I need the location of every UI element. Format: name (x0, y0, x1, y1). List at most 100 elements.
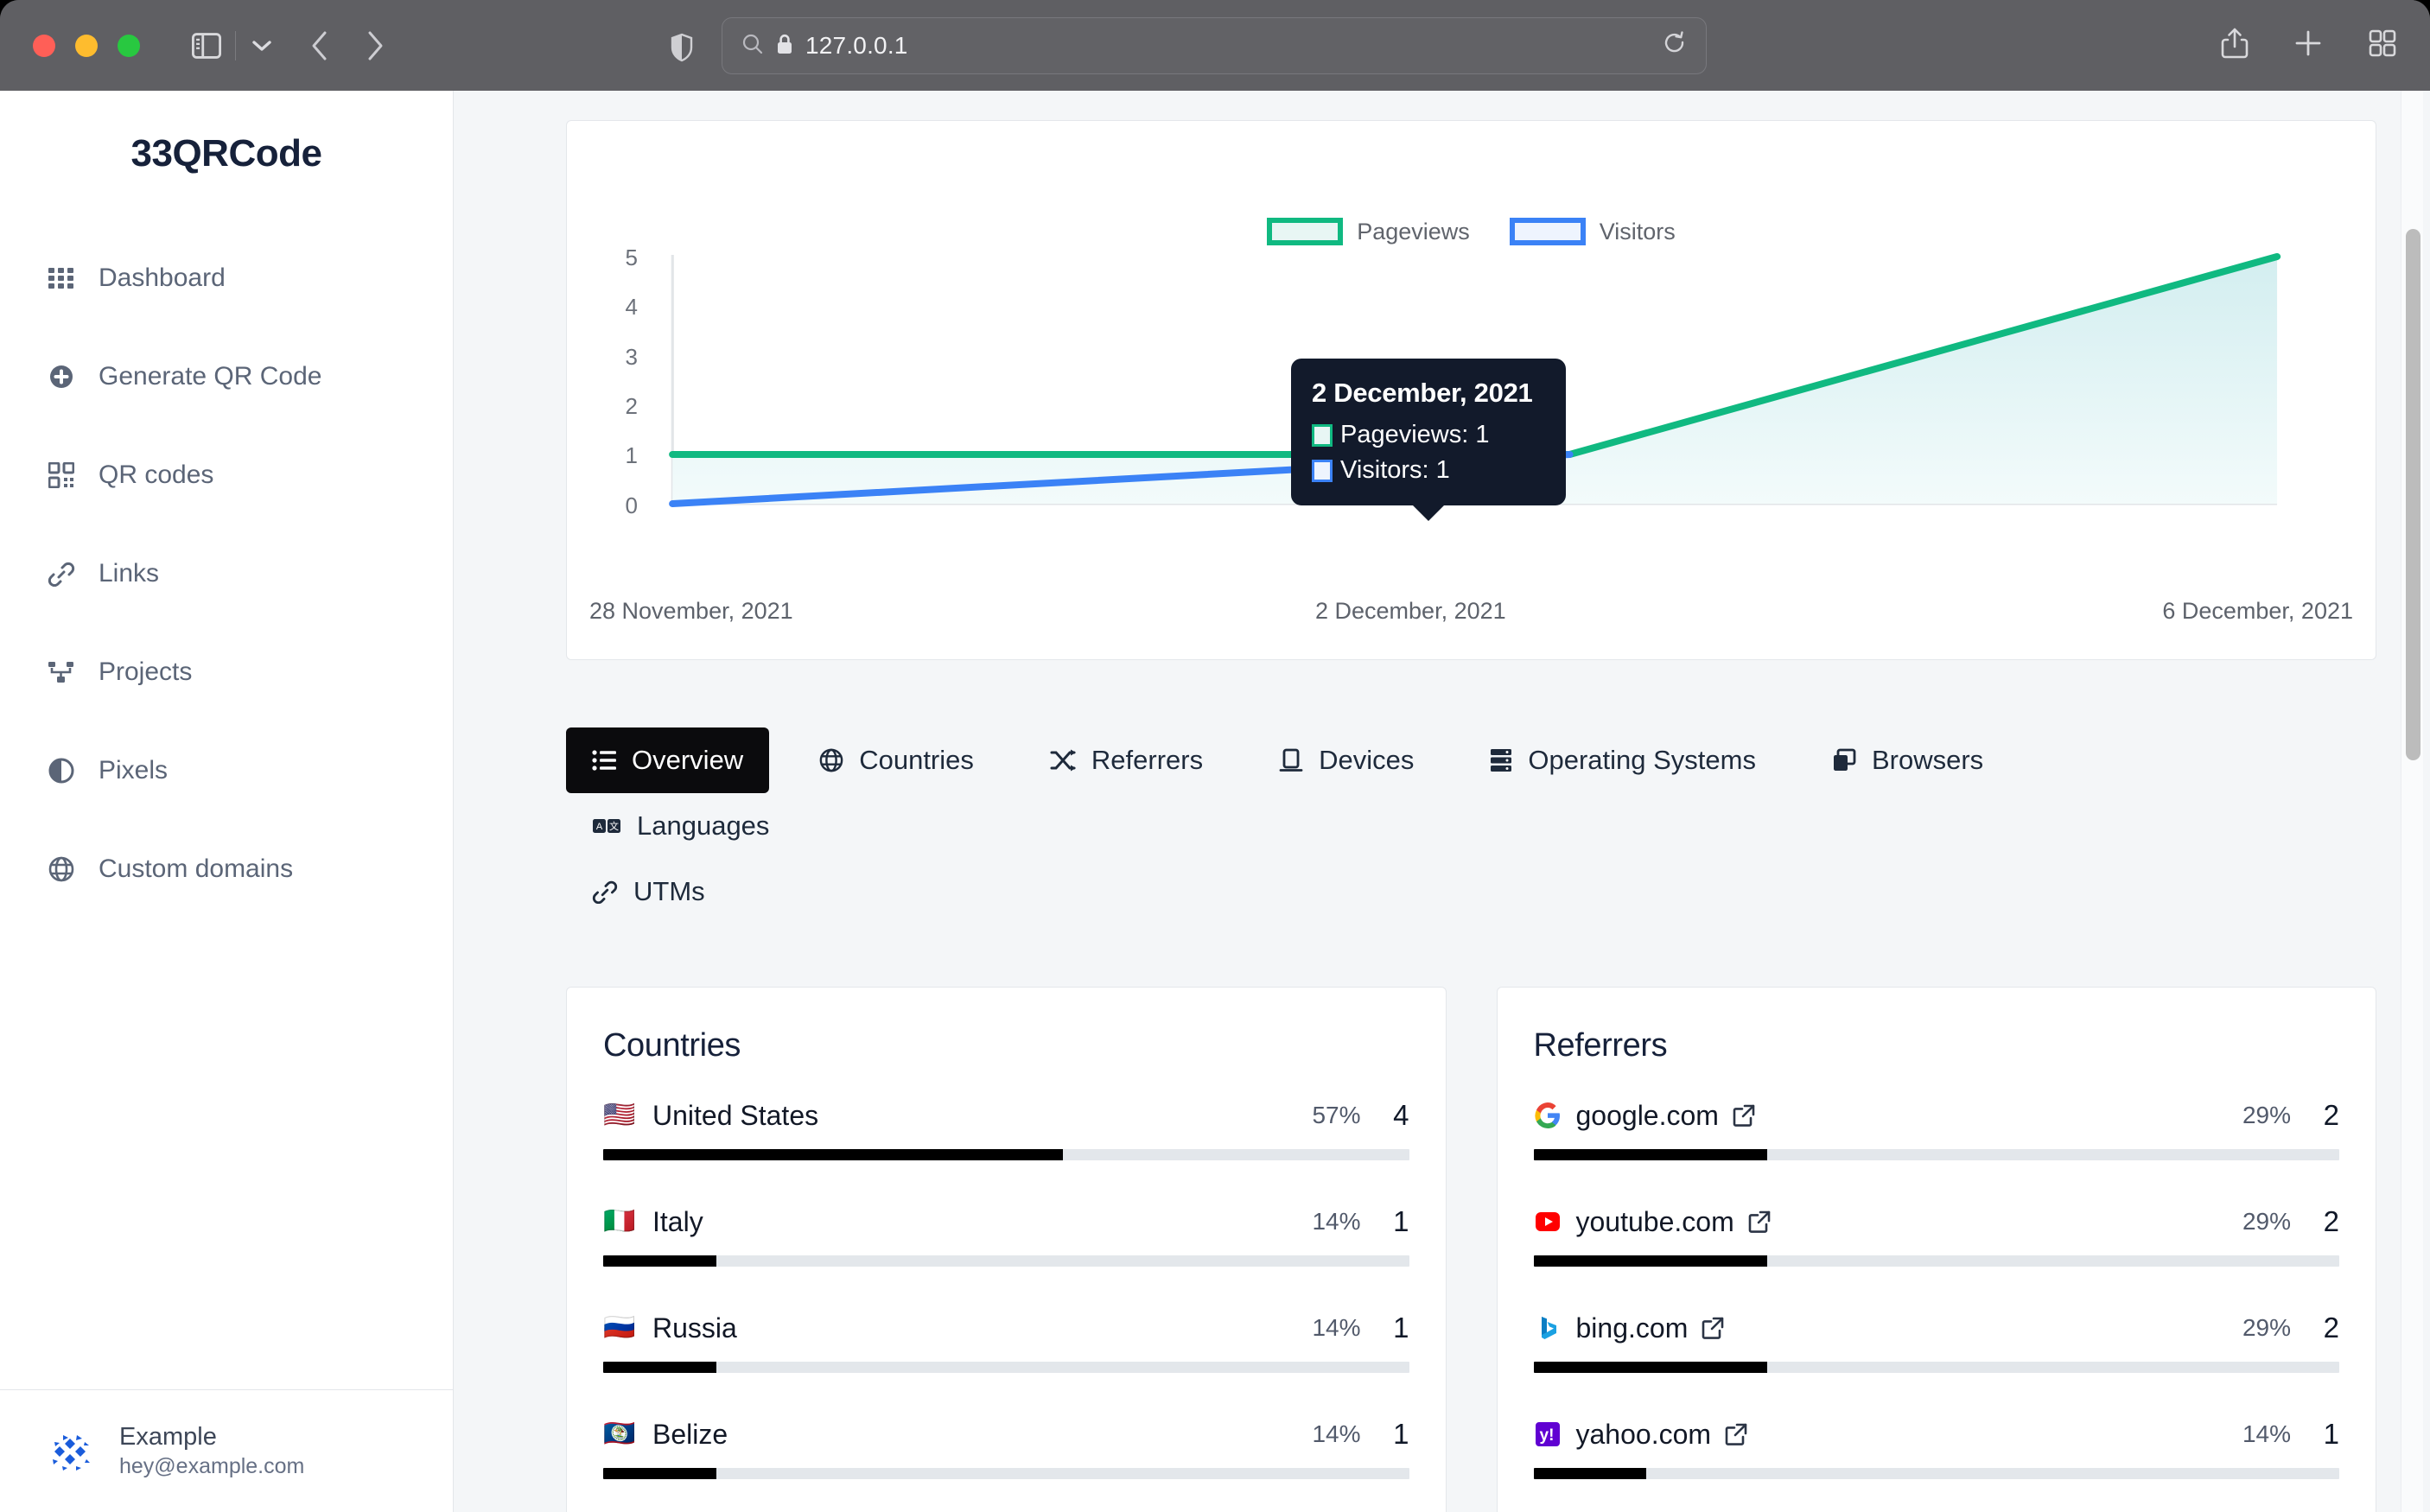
list-item[interactable]: 🇧🇿 Belize 14% 1 (603, 1418, 1409, 1479)
tooltip-swatch-pageviews (1312, 424, 1333, 447)
flag-icon: 🇧🇿 (603, 1421, 638, 1447)
sidebar-item-label: Dashboard (99, 264, 226, 293)
user-profile[interactable]: Example hey@example.com (0, 1389, 453, 1512)
sidebar-item-links[interactable]: Links (0, 524, 453, 623)
main-content: Pageviews Visitors 5 4 3 2 1 (454, 91, 2430, 1512)
referrers-card: Referrers google.com (1497, 987, 2377, 1512)
tab-referrers[interactable]: Referrers (1024, 727, 1229, 793)
sidebar-item-pixels[interactable]: Pixels (0, 721, 453, 820)
tab-countries[interactable]: Countries (793, 727, 1000, 793)
referrer-name: yahoo.com (1576, 1419, 1712, 1451)
plus-icon[interactable] (2293, 29, 2323, 62)
progress-fill (1534, 1149, 1767, 1160)
window-controls (33, 35, 140, 57)
country-percent: 14% (1312, 1314, 1360, 1342)
external-link-icon[interactable] (1733, 1104, 1755, 1127)
referrer-count: 2 (2317, 1205, 2339, 1238)
external-link-icon[interactable] (1725, 1423, 1747, 1445)
tab-utms[interactable]: UTMs (566, 859, 731, 924)
list-item[interactable]: 🇷🇺 Russia 14% 1 (603, 1312, 1409, 1373)
referrer-percent: 29% (2242, 1314, 2291, 1342)
referrers-list: google.com 29% 2 (1534, 1099, 2340, 1479)
tab-browsers[interactable]: Browsers (1806, 727, 2009, 793)
sidebar-toggle-icon[interactable] (192, 33, 221, 59)
tab-label: Devices (1319, 745, 1414, 776)
country-name: United States (652, 1100, 818, 1132)
list-item[interactable]: youtube.com 29% 2 (1534, 1205, 2340, 1267)
list-item[interactable]: y! yahoo.com 14% 1 (1534, 1418, 2340, 1479)
list-item[interactable]: bing.com 29% 2 (1534, 1312, 2340, 1373)
chevron-down-icon[interactable] (251, 40, 272, 52)
progress-fill (603, 1255, 716, 1267)
tab-operating-systems[interactable]: Operating Systems (1464, 727, 1782, 793)
lock-icon (776, 33, 793, 60)
sidebar-item-label: QR codes (99, 461, 213, 490)
close-window-button[interactable] (33, 35, 55, 57)
tab-languages[interactable]: A文 Languages (566, 793, 795, 859)
progress-track (603, 1468, 1409, 1479)
svg-text:y!: y! (1539, 1426, 1554, 1445)
tooltip-row-pageviews: Pageviews: 1 (1312, 421, 1545, 449)
external-link-icon[interactable] (1702, 1317, 1724, 1339)
address-bar[interactable]: 127.0.0.1 (722, 17, 1707, 74)
progress-fill (1534, 1255, 1767, 1267)
minimize-window-button[interactable] (75, 35, 98, 57)
countries-card: Countries 🇺🇸 United States 57% 4 (566, 987, 1447, 1512)
sidebar-item-label: Pixels (99, 756, 168, 785)
scrollbar-thumb[interactable] (2406, 229, 2420, 760)
progress-track (1534, 1255, 2340, 1267)
plus-circle-icon (47, 363, 76, 391)
sidebar-item-generate-qr-code[interactable]: Generate QR Code (0, 327, 453, 426)
server-icon (1490, 748, 1512, 772)
list-item[interactable]: google.com 29% 2 (1534, 1099, 2340, 1160)
shuffle-icon (1050, 749, 1076, 772)
bing-favicon-icon (1534, 1314, 1562, 1342)
countries-list: 🇺🇸 United States 57% 4 🇮🇹 (603, 1099, 1409, 1479)
tab-overview[interactable]: Overview (566, 727, 769, 793)
user-email: hey@example.com (119, 1452, 304, 1481)
progress-track (1534, 1468, 2340, 1479)
country-count: 4 (1387, 1099, 1409, 1132)
sidebar: 33QRCode Dashboard Generate QR Code (0, 91, 454, 1512)
x-tick-first: 28 November, 2021 (589, 598, 793, 625)
progress-fill (603, 1468, 716, 1479)
contrast-circle-icon (47, 758, 76, 784)
app-logo[interactable]: 33QRCode (0, 91, 453, 175)
page-scrollbar[interactable] (2401, 91, 2423, 1512)
referrer-percent: 29% (2242, 1102, 2291, 1129)
sidebar-item-qr-codes[interactable]: QR codes (0, 426, 453, 524)
list-item[interactable]: 🇺🇸 United States 57% 4 (603, 1099, 1409, 1160)
country-name: Belize (652, 1419, 728, 1451)
address-bar-region: 127.0.0.1 (722, 17, 1707, 74)
toolbar-divider (235, 31, 236, 60)
sidebar-item-label: Custom domains (99, 854, 293, 884)
referrers-title: Referrers (1534, 1027, 2340, 1064)
reload-icon[interactable] (1663, 31, 1687, 61)
avatar (43, 1425, 97, 1478)
list-icon (592, 749, 616, 772)
tooltip-pointer (1411, 504, 1446, 521)
back-arrow-icon[interactable] (310, 30, 329, 61)
progress-fill (1534, 1362, 1767, 1373)
browser-window: 127.0.0.1 33QRCode (0, 0, 2430, 1512)
sidebar-item-projects[interactable]: Projects (0, 623, 453, 721)
referrer-name: bing.com (1576, 1312, 1689, 1344)
sidebar-item-dashboard[interactable]: Dashboard (0, 229, 453, 327)
x-tick-middle: 2 December, 2021 (1315, 598, 1506, 625)
list-item[interactable]: 🇮🇹 Italy 14% 1 (603, 1205, 1409, 1267)
country-percent: 57% (1312, 1102, 1360, 1129)
share-icon[interactable] (2221, 27, 2249, 64)
tab-overview-icon[interactable] (2368, 29, 2397, 62)
tab-label: Operating Systems (1528, 745, 1756, 776)
svg-text:文: 文 (609, 820, 619, 832)
forward-arrow-icon[interactable] (366, 30, 385, 61)
maximize-window-button[interactable] (118, 35, 140, 57)
translate-icon: A文 (592, 816, 621, 836)
tab-devices[interactable]: Devices (1253, 727, 1440, 793)
browser-toolbar: 127.0.0.1 (0, 0, 2430, 91)
sidebar-item-custom-domains[interactable]: Custom domains (0, 820, 453, 918)
external-link-icon[interactable] (1748, 1210, 1771, 1233)
globe-icon (819, 748, 843, 772)
privacy-shield-icon[interactable] (670, 33, 694, 67)
flag-icon: 🇺🇸 (603, 1102, 638, 1128)
